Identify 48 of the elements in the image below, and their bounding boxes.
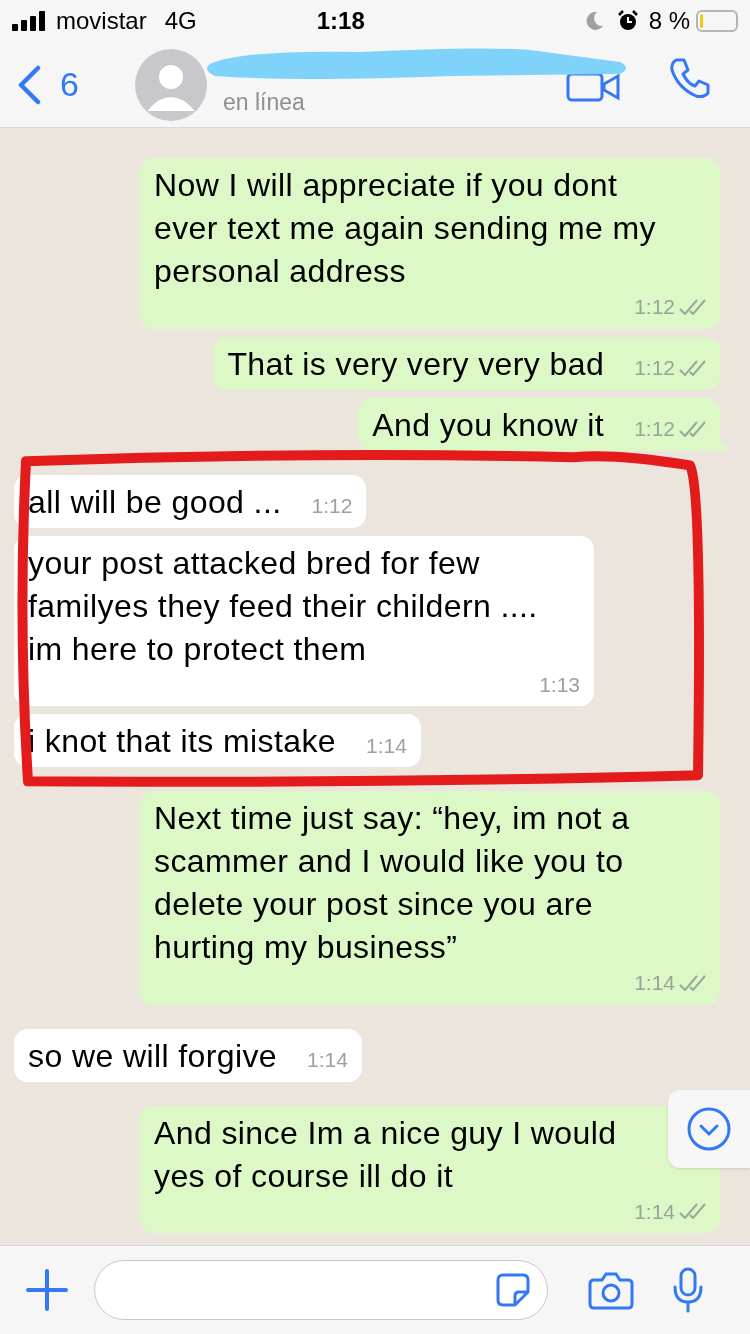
chevron-down-icon — [686, 1106, 732, 1152]
double-check-icon — [679, 1203, 706, 1220]
sticker-icon[interactable] — [495, 1272, 531, 1308]
battery-percent: 8 % — [648, 6, 690, 36]
double-check-icon — [679, 974, 706, 991]
message-bubble[interactable]: your post attacked bred for few familyes they feed their childern .... im here to protect them 1:13 — [14, 535, 594, 706]
camera-icon[interactable] — [588, 1270, 634, 1310]
message-text: your post attacked bred for few familyes they feed their childern .... im here to protect them — [28, 543, 538, 669]
clock: 1:18 — [316, 6, 365, 36]
message-text: Next time just say: “hey, im not a scammer and I would like you to delete your post since you are hurting my business” — [154, 799, 630, 967]
message-bubble[interactable]: Next time just say: “hey, im not a scammer and I would like you to delete your post since you are hurting my business” 1:14 — [140, 791, 720, 1005]
message-time: 1:14 — [634, 1198, 675, 1225]
message-bubble[interactable]: And since Im a nice guy I would yes of course ill do it 1:14 — [140, 1105, 720, 1233]
alarm-icon — [616, 10, 639, 32]
message-time: 1:14 — [366, 732, 407, 759]
add-icon[interactable] — [26, 1269, 68, 1311]
message-time: 1:12 — [634, 416, 675, 442]
message-time: 1:13 — [539, 671, 580, 698]
message-text: That is very very very bad — [227, 344, 605, 384]
network-type: 4G — [164, 6, 197, 36]
double-check-icon — [679, 298, 706, 315]
message-time: 1:14 — [307, 1047, 348, 1073]
video-call-icon[interactable] — [566, 72, 622, 102]
message-text: And since Im a nice guy I would yes of course ill do it — [154, 1113, 617, 1196]
message-bubble[interactable]: all will be good ... 1:12 — [14, 474, 367, 528]
signal-icon — [12, 11, 48, 31]
message-time: 1:12 — [634, 355, 675, 381]
double-check-icon — [679, 359, 706, 376]
message-text: all will be good ... — [28, 482, 282, 522]
battery-icon — [696, 10, 738, 32]
message-bubble[interactable]: That is very very very bad 1:12 — [213, 336, 720, 390]
unread-count[interactable]: 6 — [60, 59, 79, 110]
carrier-name: movistar — [56, 6, 147, 36]
message-text: so we will forgive — [28, 1036, 278, 1076]
double-check-icon — [679, 420, 706, 437]
message-time: 1:14 — [634, 970, 675, 996]
scroll-down-button[interactable] — [668, 1090, 750, 1168]
message-text: Now I will appreciate if you dont ever text me again sending me my personal address — [154, 166, 656, 291]
message-text: And you know it — [372, 405, 605, 445]
message-time: 1:12 — [634, 294, 675, 320]
message-time: 1:12 — [311, 493, 353, 519]
message-bubble[interactable]: so we will forgive 1:14 — [14, 1028, 362, 1082]
contact-status: en línea — [222, 88, 305, 118]
back-icon[interactable] — [16, 64, 42, 105]
phone-icon[interactable] — [668, 56, 712, 100]
microphone-icon[interactable] — [672, 1267, 704, 1313]
message-bubble[interactable]: And you know it 1:12 — [358, 397, 720, 451]
message-bubble[interactable]: Now I will appreciate if you dont ever text me again sending me my personal address 1:12 — [140, 158, 720, 329]
